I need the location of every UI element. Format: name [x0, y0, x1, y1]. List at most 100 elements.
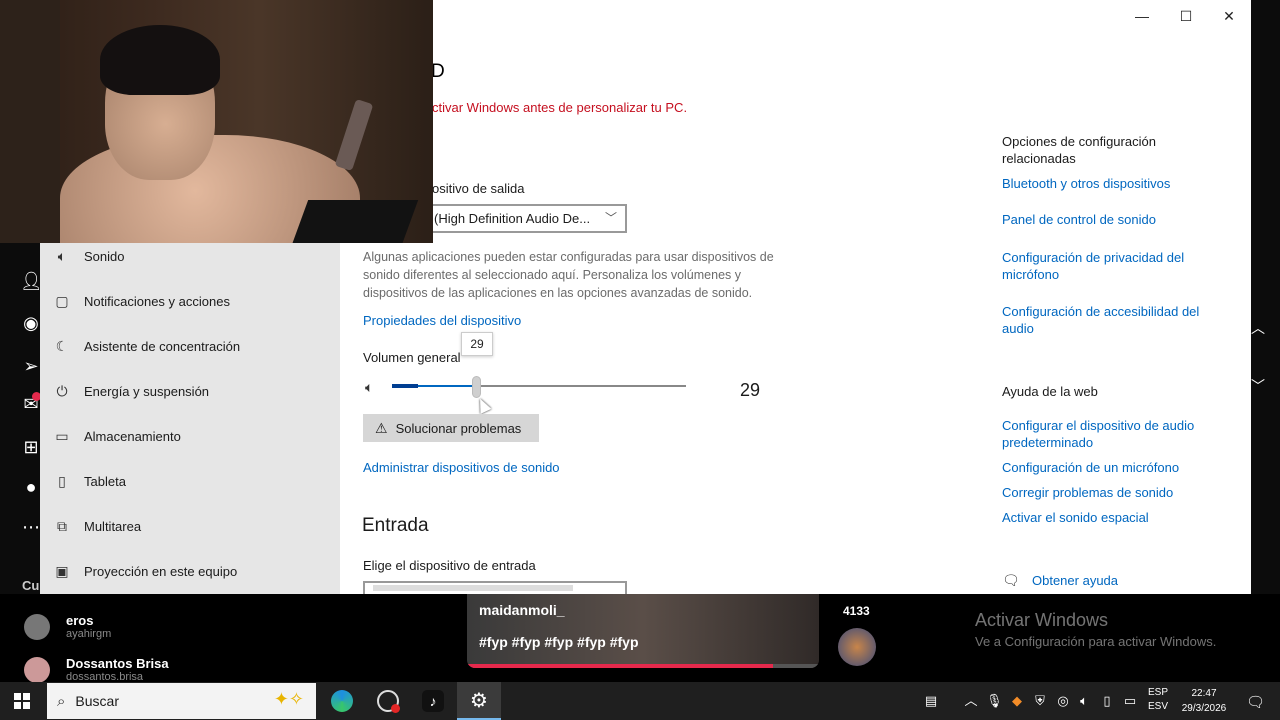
storage-icon: ▭ — [55, 428, 69, 444]
troubleshoot-button[interactable]: ⚠ Solucionar problemas — [363, 414, 539, 442]
minimize-button[interactable]: — — [1130, 6, 1154, 26]
webcam-overlay — [0, 0, 433, 243]
webcam-keyboard — [291, 200, 419, 243]
chevron-down-icon[interactable]: ﹀ — [1251, 376, 1265, 396]
volume-slider-thumb[interactable] — [472, 376, 482, 398]
settings-sidebar: 🔈︎ Sonido ▢ Notificaciones y acciones ☾ … — [40, 242, 340, 594]
related-link-mic-privacy[interactable]: Configuración de privacidad del micrófon… — [1002, 249, 1207, 283]
sidebar-item-label: Energía y suspensión — [84, 384, 210, 399]
device-icon[interactable]: ▯ — [1099, 693, 1115, 709]
maximize-button[interactable]: ☐ — [1174, 6, 1198, 26]
sidebar-item-tablet[interactable]: ▯ Tableta — [40, 459, 340, 504]
taskbar-search[interactable]: ⌕ Buscar ✦✧ — [47, 683, 316, 719]
chevron-down-icon: ﹀ — [604, 211, 617, 225]
video-caption: #fyp #fyp #fyp #fyp #fyp — [479, 634, 639, 650]
related-link-bluetooth[interactable]: Bluetooth y otros dispositivos — [1002, 176, 1170, 191]
send-icon[interactable]: ➢ — [20, 355, 42, 377]
sidebar-item-multitasking[interactable]: ⧉ Multitarea — [40, 504, 340, 549]
input-section-title: Entrada — [362, 515, 429, 536]
web-help-link-default-audio[interactable]: Configurar el dispositivo de audio prede… — [1002, 417, 1217, 451]
chrome-tray-icon[interactable]: ◎ — [1055, 693, 1071, 709]
creator-avatar[interactable] — [838, 628, 876, 666]
related-link-sound-control-panel[interactable]: Panel de control de sonido — [1002, 212, 1156, 227]
webcam-phone — [334, 98, 374, 172]
taskbar-app-tiktok[interactable]: ♪ — [411, 682, 455, 720]
video-progress-fill — [467, 664, 774, 668]
volume-slider-fill-light — [418, 385, 478, 387]
right-edge-strip: ︿ ﹀ — [1251, 0, 1280, 594]
taskbar-app-browser[interactable] — [366, 682, 410, 720]
web-help-link-fix-sound[interactable]: Corregir problemas de sonido — [1002, 485, 1173, 500]
chevron-up-icon[interactable]: ︿ — [1251, 318, 1265, 338]
gear-icon: ⚙ — [470, 689, 488, 712]
start-button[interactable] — [0, 682, 44, 720]
tiktok-icon: ♪ — [422, 690, 444, 712]
notifications-icon[interactable]: 🗨︎ — [1246, 693, 1265, 711]
sidebar-item-label: Proyección en este equipo — [84, 564, 238, 579]
close-button[interactable]: ✕ — [1217, 6, 1241, 26]
search-placeholder: Buscar — [75, 693, 119, 709]
avatar — [24, 613, 50, 640]
security-icon[interactable]: ⛨ — [1032, 693, 1048, 709]
sidebar-item-projection[interactable]: ▣ Proyección en este equipo — [40, 549, 340, 594]
help-icon: 🗨︎ — [1002, 572, 1020, 588]
manage-sound-devices-link[interactable]: Administrar dispositivos de sonido — [363, 460, 560, 475]
moon-icon: ☾ — [55, 338, 69, 354]
warning-icon: ⚠ — [375, 419, 388, 436]
friends-icon[interactable]: 👤︎ — [20, 270, 43, 292]
language-indicator[interactable]: ESP ESV — [1148, 686, 1168, 714]
tablet-icon: ▯ — [58, 473, 66, 489]
related-link-audio-accessibility[interactable]: Configuración de accesibilidad del audio — [1002, 303, 1212, 337]
app-tray-icon[interactable]: ◆ — [1009, 693, 1025, 709]
upload-icon[interactable]: ⊞ — [20, 436, 42, 458]
web-help-heading: Ayuda de la web — [1002, 384, 1098, 399]
sidebar-item-focus-assist[interactable]: ☾ Asistente de concentración — [40, 324, 340, 369]
volume-icon[interactable]: 🔈︎ — [1076, 693, 1092, 709]
taskbar-app-edge[interactable] — [320, 682, 364, 720]
profile-icon[interactable]: ● — [20, 476, 42, 498]
input-device-select[interactable] — [363, 581, 627, 595]
activation-watermark-subtitle: Ve a Configuración para activar Windows. — [975, 634, 1217, 649]
language-top: ESP — [1148, 687, 1169, 698]
video-player[interactable]: maidanmoli_ #fyp #fyp #fyp #fyp #fyp — [467, 594, 819, 668]
web-help-link-microphone[interactable]: Configuración de un micrófono — [1002, 460, 1179, 475]
clock[interactable]: 22:47 29/3/2026 — [1178, 686, 1230, 716]
volume-value: 29 — [740, 380, 761, 400]
sidebar-item-label: Multitarea — [84, 519, 142, 534]
webcam-person-hair — [100, 25, 220, 95]
get-help-link[interactable]: Obtener ayuda — [1032, 573, 1118, 588]
output-device-select[interactable]: (High Definition Audio De... ﹀ — [432, 204, 627, 233]
edge-icon — [331, 690, 353, 712]
output-device-value: (High Definition Audio De... — [434, 211, 591, 226]
following-item[interactable]: eros ayahirgm — [24, 613, 111, 640]
speaker-icon[interactable]: 🔈︎ — [365, 379, 373, 396]
sidebar-item-storage[interactable]: ▭ Almacenamiento — [40, 414, 340, 459]
following-name: Dossantos Brisa — [66, 656, 169, 671]
more-icon[interactable]: ⋯ — [20, 516, 42, 538]
clock-time: 22:47 — [1191, 688, 1217, 699]
following-item[interactable]: Dossantos Brisa dossantos.brisa — [24, 656, 169, 683]
taskbar: ⌕ Buscar ✦✧ ♪ ⚙ ▤ ︿ 🎙︎ ◆ ⛨ ◎ 🔈︎ ▯ ▭ ESP … — [0, 682, 1280, 720]
avatar — [24, 656, 50, 683]
video-username[interactable]: maidanmoli_ — [479, 602, 565, 618]
volume-tooltip: 29 — [461, 332, 493, 356]
language-bottom: ESV — [1148, 701, 1169, 712]
device-properties-link[interactable]: Propiedades del dispositivo — [363, 313, 521, 328]
microphone-icon[interactable]: 🎙︎ — [986, 693, 1003, 709]
chevron-up-icon[interactable]: ︿ — [963, 693, 979, 709]
network-icon[interactable]: ▭ — [1122, 693, 1138, 709]
volume-slider-fill — [392, 384, 418, 388]
sidebar-item-notifications[interactable]: ▢ Notificaciones y acciones — [40, 279, 340, 324]
taskbar-app-settings[interactable]: ⚙ — [457, 682, 501, 720]
following-handle: ayahirgm — [66, 628, 112, 640]
news-icon[interactable]: ▤ — [921, 693, 941, 709]
troubleshoot-label: Solucionar problemas — [395, 420, 522, 436]
notification-icon: ▢ — [55, 293, 69, 309]
sidebar-item-label: Tableta — [84, 474, 126, 489]
screen: { "settings": { "title_fragment": "D", "… — [0, 0, 1280, 720]
live-icon[interactable]: ◉ — [20, 312, 42, 334]
windows-logo-icon — [14, 693, 30, 709]
projection-icon: ▣ — [55, 563, 69, 579]
sidebar-item-power[interactable]: ⏻ Energía y suspensión — [40, 369, 340, 414]
web-help-link-spatial-sound[interactable]: Activar el sonido espacial — [1002, 510, 1149, 525]
